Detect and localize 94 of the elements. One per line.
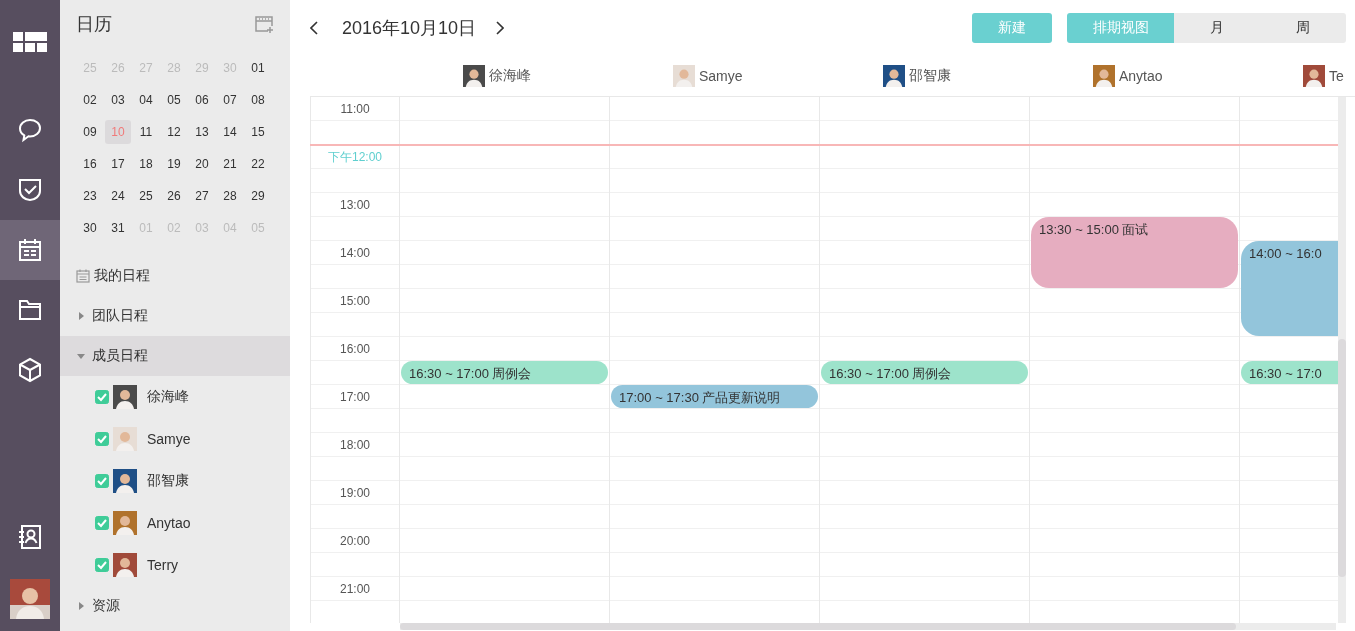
view-tab[interactable]: 月 [1174,13,1260,43]
time-label: 11:00 [340,101,370,118]
calendar-day[interactable]: 13 [189,120,215,144]
calendar-day[interactable]: 02 [77,88,103,112]
calendar-day[interactable]: 19 [161,152,187,176]
calendar-day[interactable]: 27 [189,184,215,208]
calendar-day[interactable]: 28 [217,184,243,208]
caret-right-icon[interactable] [76,601,86,611]
avatar [113,511,137,535]
vertical-scrollbar[interactable] [1338,97,1346,623]
calendar-day[interactable]: 22 [245,152,271,176]
member-name: Terry [147,557,179,573]
member-name: Samye [147,431,191,447]
calendar-day[interactable]: 09 [77,120,103,144]
calendar-day[interactable]: 14 [217,120,243,144]
calendar-day[interactable]: 15 [245,120,271,144]
calendar-icon [76,269,90,283]
avatar [113,553,137,577]
event[interactable]: 14:00 ~ 16:0 [1241,241,1338,336]
member-name: 徐海峰 [147,388,189,406]
event[interactable]: 16:30 ~ 17:00 周例会 [401,361,608,384]
avatar [1303,65,1325,87]
calendar-day[interactable]: 16 [77,152,103,176]
column-header: Anytao [1119,68,1163,84]
event[interactable]: 13:30 ~ 15:00 面试 [1031,217,1238,288]
caret-down-icon[interactable] [76,351,86,361]
sidebar-item[interactable]: 资源 [60,586,290,626]
sidebar-item[interactable]: 团队日程 [60,296,290,336]
calendar-day[interactable]: 21 [217,152,243,176]
calendar-day[interactable]: 06 [189,88,215,112]
time-label: 19:00 [340,485,370,502]
time-label: 18:00 [340,437,370,454]
member-name: 邵智康 [147,472,189,490]
section-label: 资源 [92,597,120,615]
view-tab[interactable]: 周 [1260,13,1346,43]
calendar-day[interactable]: 25 [133,184,159,208]
calendar-day[interactable]: 04 [133,88,159,112]
time-label: 21:00 [340,581,370,598]
avatar [113,427,137,451]
caret-right-icon[interactable] [76,311,86,321]
section-label: 成员日程 [92,347,148,365]
avatar [113,385,137,409]
checkbox[interactable] [95,558,109,572]
calendar-day[interactable]: 18 [133,152,159,176]
checkbox[interactable] [95,390,109,404]
time-label: 15:00 [340,293,370,310]
avatar [1093,65,1115,87]
calendar-day[interactable]: 30 [77,216,103,240]
section-label: 团队日程 [92,307,148,325]
avatar [113,469,137,493]
current-date: 2016年10月10日 [342,17,477,40]
calendar-day[interactable]: 05 [161,88,187,112]
event[interactable]: 16:30 ~ 17:00 周例会 [821,361,1028,384]
column-header: Te [1329,68,1344,84]
section-label: 我的日程 [94,267,150,285]
time-label: 16:00 [340,341,370,358]
checkbox[interactable] [95,432,109,446]
time-label: 下午12:00 [328,149,382,166]
event[interactable]: 16:30 ~ 17:0 [1241,361,1338,384]
add-calendar-icon[interactable] [254,15,274,33]
calendar-day[interactable]: 31 [105,216,131,240]
calendar-day[interactable]: 24 [105,184,131,208]
calendar-day[interactable]: 26 [161,184,187,208]
column-header: 徐海峰 [489,67,531,85]
calendar-icon[interactable] [0,220,60,280]
calendar-day[interactable]: 01 [245,56,271,80]
sidebar-item[interactable]: 成员日程 [60,336,290,376]
calendar-day[interactable]: 20 [189,152,215,176]
calendar-day[interactable]: 12 [161,120,187,144]
calendar-day[interactable]: 03 [105,88,131,112]
avatar [673,65,695,87]
column-header: Samye [699,68,743,84]
event[interactable]: 17:00 ~ 17:30 产品更新说明 [611,385,818,408]
time-label: 20:00 [340,533,370,550]
calendar-day[interactable]: 11 [133,120,159,144]
avatar [883,65,905,87]
checkbox[interactable] [95,474,109,488]
logo-icon [13,32,47,52]
time-label: 13:00 [340,197,370,214]
avatar [463,65,485,87]
checkbox[interactable] [95,516,109,530]
horizontal-scrollbar[interactable] [400,623,1336,630]
user-avatar[interactable] [10,579,50,619]
time-label: 17:00 [340,389,370,406]
sidebar-item[interactable]: 我的日程 [60,256,290,296]
calendar-day[interactable]: 29 [245,184,271,208]
calendar-day[interactable]: 23 [77,184,103,208]
sidebar-title: 日历 [76,13,112,36]
time-label: 14:00 [340,245,370,262]
calendar-day[interactable]: 17 [105,152,131,176]
calendar-day[interactable]: 07 [217,88,243,112]
calendar-day[interactable]: 08 [245,88,271,112]
member-name: Anytao [147,515,191,531]
column-header: 邵智康 [909,67,951,85]
